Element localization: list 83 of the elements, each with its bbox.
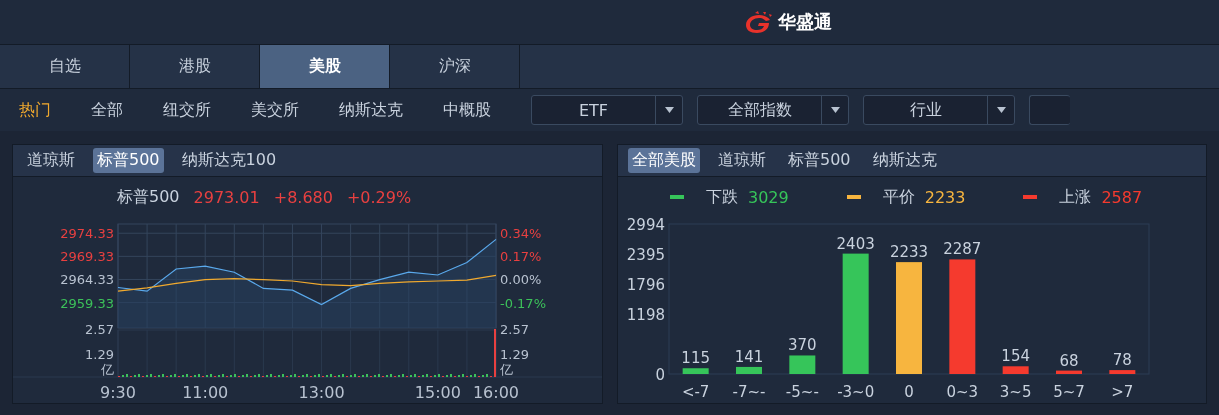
price-axis-label: 2969.33 (60, 249, 114, 265)
x-axis-label: -5~- (785, 383, 819, 401)
percent-axis-label: 0.00% (500, 272, 542, 288)
bar-value-label: 115 (681, 349, 710, 368)
histogram-bar (736, 366, 762, 374)
market-breadth-tab[interactable]: 标普500 (784, 148, 855, 173)
caret-icon (664, 107, 674, 113)
index-tab[interactable]: 道琼斯 (23, 148, 79, 173)
x-axis-label: 0~3 (946, 383, 979, 401)
bar-value-label: 370 (788, 336, 817, 355)
filter-link[interactable]: 纳斯达克 (339, 99, 403, 121)
market-tab[interactable]: 沪深 (390, 45, 520, 88)
filter-dropdown[interactable]: 行业 (863, 95, 1015, 125)
market-tab[interactable]: 自选 (0, 45, 130, 88)
price-axis-label: 2974.33 (60, 226, 114, 242)
x-axis-label: <-7 (681, 383, 710, 401)
filter-link[interactable]: 中概股 (443, 99, 491, 121)
price-axis-label: 2964.33 (60, 272, 114, 288)
filter-link[interactable]: 美交所 (251, 99, 299, 121)
histogram-bar (789, 355, 816, 374)
market-breadth-tab[interactable]: 纳斯达克 (868, 148, 941, 173)
filter-dropdown[interactable]: 全部指数 (697, 95, 849, 125)
bar-value-label: 68 (1059, 351, 1079, 370)
bar-value-label: 2403 (836, 234, 875, 253)
bar-value-label: 2233 (889, 243, 929, 262)
filter-dropdown[interactable] (1029, 95, 1070, 125)
y-axis-label: 1198 (626, 306, 665, 324)
index-price: 2973.01 (193, 187, 260, 207)
histogram-bar (682, 368, 709, 374)
time-axis-label: 15:00 (414, 383, 461, 402)
legend-count: 2587 (1101, 187, 1143, 207)
x-axis-label: >7 (1111, 383, 1134, 401)
filter-link[interactable]: 热门 (19, 99, 51, 121)
time-axis-label: 11:00 (182, 383, 229, 402)
filter-link[interactable]: 全部 (91, 99, 123, 121)
caret-icon (996, 107, 1006, 113)
legend-label: 上涨 (1059, 186, 1092, 208)
histogram-bar (1056, 370, 1082, 374)
logo-text: 华盛通 (778, 10, 832, 34)
percent-axis-label: 0.34% (500, 226, 542, 242)
legend-count: 3029 (748, 187, 789, 207)
x-axis-label: -3~0 (837, 383, 875, 401)
market-breadth-tab[interactable]: 全部美股 (628, 148, 700, 173)
percent-axis-label: -0.17% (500, 295, 546, 311)
index-name: 标普500 (117, 186, 180, 208)
bar-value-label: 2287 (943, 240, 982, 259)
logo-icon (743, 11, 775, 33)
histogram-bar (1002, 366, 1029, 374)
x-axis-label: 0 (904, 383, 914, 401)
y-axis-label: 2994 (626, 217, 665, 234)
y-axis-label: 1796 (626, 276, 665, 294)
index-change-percent: +0.29% (346, 187, 412, 207)
volume-axis-label: 亿 (500, 362, 513, 377)
index-change: +8.680 (273, 187, 333, 207)
index-tab[interactable]: 纳斯达克100 (177, 148, 281, 173)
x-axis-label: 5~7 (1053, 383, 1085, 401)
bar-value-label: 154 (1001, 347, 1030, 366)
volume-axis-label: 1.29 (85, 347, 114, 362)
y-axis-label: 2395 (626, 246, 665, 264)
volume-axis-label: 2.57 (500, 322, 529, 337)
x-axis-label: -7~- (732, 383, 766, 401)
x-axis-label: 3~5 (999, 383, 1032, 401)
histogram-bar (1109, 370, 1136, 374)
filter-dropdown[interactable]: ETF (531, 95, 683, 125)
volume-axis-label: 亿 (101, 362, 114, 377)
market-tab[interactable]: 美股 (260, 45, 390, 88)
bar-value-label: 78 (1112, 351, 1132, 370)
filter-link[interactable]: 纽交所 (163, 99, 211, 121)
caret-icon (830, 107, 840, 113)
time-axis-label: 9:30 (100, 383, 136, 402)
y-axis-label: 0 (655, 366, 665, 384)
price-axis-label: 2959.33 (60, 295, 114, 311)
time-axis-label: 13:00 (298, 383, 345, 402)
volume-axis-label: 1.29 (500, 347, 529, 362)
market-breadth-tab[interactable]: 道琼斯 (714, 148, 770, 173)
legend-label: 平价 (882, 186, 915, 208)
index-tab[interactable]: 标普500 (93, 148, 164, 173)
percent-axis-label: 0.17% (500, 249, 542, 265)
legend-count: 2233 (924, 187, 966, 207)
volume-axis-label: 2.57 (85, 322, 114, 337)
legend-label: 下跌 (706, 186, 738, 208)
bar-value-label: 141 (734, 347, 764, 366)
time-axis-label: 16:00 (472, 383, 520, 402)
